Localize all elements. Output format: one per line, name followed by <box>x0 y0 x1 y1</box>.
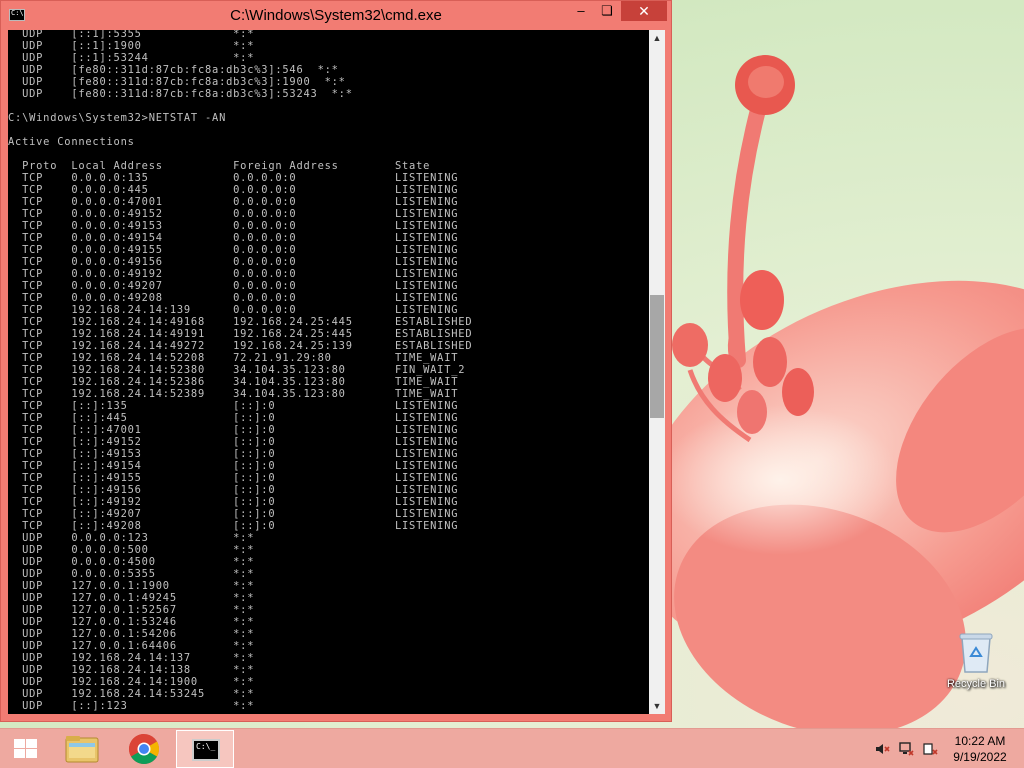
console-line: UDP [::1]:1900 *:* <box>8 40 255 52</box>
chrome-icon <box>128 734 160 765</box>
console-line: UDP [fe80::311d:87cb:fc8a:db3c%3]:546 *:… <box>8 64 339 76</box>
console-line: TCP 0.0.0.0:49207 0.0.0.0:0 LISTENING <box>8 280 459 292</box>
console-line: UDP [::1]:5355 *:* <box>8 30 255 40</box>
console-line: TCP [::]:49208 [::]:0 LISTENING <box>8 520 459 532</box>
taskbar-clock[interactable]: 10:22 AM 9/19/2022 <box>938 733 1022 765</box>
console-line: UDP [::]:123 *:* <box>8 700 255 712</box>
console-line: TCP 192.168.24.14:52208 72.21.91.29:80 T… <box>8 352 459 364</box>
console-line: TCP [::]:49156 [::]:0 LISTENING <box>8 484 459 496</box>
scroll-thumb[interactable] <box>650 295 664 418</box>
console-line: UDP [fe80::311d:87cb:fc8a:db3c%3]:53243 … <box>8 88 353 100</box>
console-line: TCP 0.0.0.0:49208 0.0.0.0:0 LISTENING <box>8 292 459 304</box>
taskbar: C:\_ 10:22 AM 9/19/2022 <box>0 728 1024 768</box>
folder-icon <box>65 736 99 763</box>
scroll-down-button[interactable]: ▼ <box>649 698 665 714</box>
console-line: TCP [::]:445 [::]:0 LISTENING <box>8 412 459 424</box>
taskbar-chrome[interactable] <box>118 730 170 768</box>
close-button[interactable]: ✕ <box>621 1 667 21</box>
console-line: UDP 0.0.0.0:123 *:* <box>8 532 255 544</box>
console-line: TCP 0.0.0.0:47001 0.0.0.0:0 LISTENING <box>8 196 459 208</box>
console-line: Proto Local Address Foreign Address Stat… <box>8 160 431 172</box>
console-line: TCP [::]:49192 [::]:0 LISTENING <box>8 496 459 508</box>
console-line: TCP 0.0.0.0:135 0.0.0.0:0 LISTENING <box>8 172 459 184</box>
console-line: UDP 192.168.24.14:137 *:* <box>8 652 255 664</box>
cmd-icon: C:\_ <box>192 739 220 761</box>
console-line: UDP [::1]:53244 *:* <box>8 52 255 64</box>
console-line: UDP 192.168.24.14:1900 *:* <box>8 676 255 688</box>
console-line: TCP 192.168.24.14:49168 192.168.24.25:44… <box>8 316 473 328</box>
start-button[interactable] <box>4 730 44 768</box>
console-line: TCP [::]:49155 [::]:0 LISTENING <box>8 472 459 484</box>
console-line: UDP [fe80::311d:87cb:fc8a:db3c%3]:1900 *… <box>8 76 346 88</box>
recycle-bin-icon <box>956 630 996 674</box>
console-line: TCP 192.168.24.14:52386 34.104.35.123:80… <box>8 376 459 388</box>
console-line: TCP 0.0.0.0:49153 0.0.0.0:0 LISTENING <box>8 220 459 232</box>
console-line: UDP 127.0.0.1:1900 *:* <box>8 580 255 592</box>
console-line: TCP 0.0.0.0:49155 0.0.0.0:0 LISTENING <box>8 244 459 256</box>
console-line: TCP 0.0.0.0:445 0.0.0.0:0 LISTENING <box>8 184 459 196</box>
console-line: UDP 127.0.0.1:49245 *:* <box>8 592 255 604</box>
console-line: Active Connections <box>8 136 135 148</box>
speaker-muted-icon[interactable] <box>874 741 890 757</box>
maximize-button[interactable]: ❏ <box>593 1 621 21</box>
cmd-window: C:\Windows\System32\cmd.exe – ❏ ✕ UDP [:… <box>0 0 672 722</box>
vertical-scrollbar[interactable]: ▲ ▼ <box>649 30 665 714</box>
console-line: TCP 0.0.0.0:49192 0.0.0.0:0 LISTENING <box>8 268 459 280</box>
scroll-up-button[interactable]: ▲ <box>649 30 665 46</box>
console-line: UDP 192.168.24.14:138 *:* <box>8 664 255 676</box>
windows-logo-icon <box>14 739 38 759</box>
console-line: UDP 127.0.0.1:53246 *:* <box>8 616 255 628</box>
taskbar-command-prompt[interactable]: C:\_ <box>176 730 234 768</box>
console-line: UDP 127.0.0.1:64406 *:* <box>8 640 255 652</box>
taskbar-file-explorer[interactable] <box>56 730 108 768</box>
console-line: TCP [::]:49207 [::]:0 LISTENING <box>8 508 459 520</box>
console-line: TCP 192.168.24.14:49191 192.168.24.25:44… <box>8 328 473 340</box>
recycle-bin[interactable]: Recycle Bin <box>940 628 1012 700</box>
console-line: UDP 0.0.0.0:500 *:* <box>8 544 255 556</box>
console-line: UDP 192.168.24.14:53245 *:* <box>8 688 255 700</box>
clock-date: 9/19/2022 <box>953 750 1007 764</box>
console-line: TCP [::]:49152 [::]:0 LISTENING <box>8 436 459 448</box>
console-text: UDP [::1]:5355 *:* UDP [::1]:1900 *:* UD… <box>8 30 649 712</box>
console-line: TCP 192.168.24.14:139 0.0.0.0:0 LISTENIN… <box>8 304 459 316</box>
console-line: TCP 192.168.24.14:49272 192.168.24.25:13… <box>8 340 473 352</box>
console-line: TCP [::]:135 [::]:0 LISTENING <box>8 400 459 412</box>
console-line: TCP 0.0.0.0:49156 0.0.0.0:0 LISTENING <box>8 256 459 268</box>
recycle-bin-label: Recycle Bin <box>946 678 1006 690</box>
console-line: UDP 0.0.0.0:5355 *:* <box>8 568 255 580</box>
console-line: TCP [::]:47001 [::]:0 LISTENING <box>8 424 459 436</box>
console-line: TCP [::]:49153 [::]:0 LISTENING <box>8 448 459 460</box>
console-line: TCP 192.168.24.14:52380 34.104.35.123:80… <box>8 364 466 376</box>
console-line: UDP 127.0.0.1:54206 *:* <box>8 628 255 640</box>
console-line: TCP [::]:49154 [::]:0 LISTENING <box>8 460 459 472</box>
minimize-button[interactable]: – <box>567 1 595 21</box>
console-line: C:\Windows\System32>NETSTAT -AN <box>8 112 227 124</box>
console-line: TCP 0.0.0.0:49154 0.0.0.0:0 LISTENING <box>8 232 459 244</box>
console-line: UDP 127.0.0.1:52567 *:* <box>8 604 255 616</box>
network-icon[interactable] <box>898 741 914 757</box>
console-line: TCP 0.0.0.0:49152 0.0.0.0:0 LISTENING <box>8 208 459 220</box>
console-output[interactable]: UDP [::1]:5355 *:* UDP [::1]:1900 *:* UD… <box>8 30 649 714</box>
action-center-icon[interactable] <box>922 741 938 757</box>
title-bar[interactable]: C:\Windows\System32\cmd.exe – ❏ ✕ <box>1 1 671 29</box>
clock-time: 10:22 AM <box>954 734 1006 748</box>
console-line: UDP 0.0.0.0:4500 *:* <box>8 556 255 568</box>
console-line: TCP 192.168.24.14:52389 34.104.35.123:80… <box>8 388 459 400</box>
